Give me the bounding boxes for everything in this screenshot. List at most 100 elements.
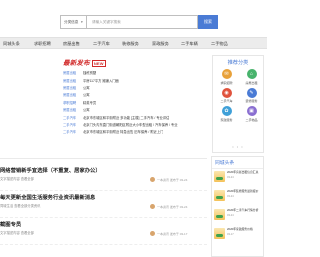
category-label: 房屋出租 — [245, 80, 258, 85]
search-category-select[interactable]: 分类信息 ▼ — [60, 15, 86, 29]
list-item-title[interactable]: 北京门头沟东直门街道朝阳区附近大小车型出租 / 汽车保养 / 专业 — [83, 122, 178, 127]
list-item[interactable]: 房屋出租 公寓 — [63, 84, 207, 91]
list-item[interactable]: 2020年家政服务价格 03-17 — [212, 226, 263, 245]
category-tile[interactable]: ▣ 二手物品 — [241, 106, 262, 122]
category-tile[interactable]: ◉ 二手汽车 — [216, 87, 237, 103]
category-label: 二手汽车 — [220, 99, 233, 103]
category-label: 二手物品 — [245, 117, 258, 122]
nav-item[interactable]: 二手物品 — [211, 41, 228, 47]
list-item[interactable]: 房屋出租 独栋別墅 — [63, 69, 207, 76]
city-headlines: 同城头条 2020年房屋出租信息汇总 03-24 2020年装修服务最新报价 03-… — [211, 156, 264, 257]
nav-item[interactable]: 房屋出售 — [63, 41, 80, 47]
city-item-title[interactable]: 2020年家政服务价格 — [227, 227, 253, 231]
list-item-title[interactable]: 公寓 — [83, 85, 90, 90]
search-placeholder: 请输入关键字搜索 — [92, 19, 121, 24]
category-tile[interactable]: ✎ 装修服务 — [241, 87, 262, 103]
search-button[interactable]: 搜索 — [198, 15, 218, 29]
section-divider — [0, 158, 207, 159]
recommended-grid: ✉ 求职招聘 ⌂ 房屋出租 ◉ 二手汽车 ✎ 装修服务 ✿ 家政服务 ▣ 二手物… — [216, 69, 262, 122]
avatar — [150, 177, 155, 182]
news-meta: 一本资讯 发布于 03-24 — [150, 204, 187, 209]
news-title[interactable]: 每天更新全国生活服务行业资讯最新消息 — [0, 193, 95, 201]
main-nav: 同城头条 求职招聘 房屋出售 二手汽车 装修服务 家政服务 二手车辆 二手物品 — [0, 37, 267, 49]
list-item-category[interactable]: 二手汽车 — [63, 122, 83, 127]
list-item[interactable]: 2020年房屋出租信息汇总 03-24 — [212, 169, 263, 188]
city-item-title[interactable]: 2020年装修服务最新报价 — [227, 189, 258, 193]
list-item[interactable]: 二手汽车 北京门头沟东直门街道朝阳区附近大小车型出租 / 汽车保养 / 专业 — [63, 121, 207, 128]
list-item-title[interactable]: 北京市东城区和平街附近 特急出售 旧车保养 / 附近上门 — [83, 129, 163, 134]
list-item-title[interactable]: 平房117平方 摊铺入门面 — [83, 78, 119, 83]
list-item[interactable]: 二手汽车 北京市东城区和平街附近 特急出售 旧车保养 / 附近上门 — [63, 128, 207, 135]
house-icon: ⌂ — [246, 69, 257, 79]
chevron-down-icon: ▼ — [80, 20, 84, 24]
tools-icon: ✎ — [246, 87, 257, 98]
list-item-title[interactable]: 公寓 — [83, 92, 90, 97]
nav-item[interactable]: 同城头条 — [3, 41, 20, 47]
list-item[interactable]: 房屋出租 公寓 — [63, 91, 207, 98]
list-item-category[interactable]: 房屋出租 — [63, 85, 83, 90]
thumbnail-image[interactable] — [214, 228, 225, 239]
list-item-title[interactable]: 北京市东城区和平街附近 多功能 [主楼] 二手汽车 / 专业评估 — [83, 115, 169, 120]
list-item-title[interactable]: 独栋別墅 — [83, 70, 96, 75]
search-category-label: 分类信息 — [64, 19, 79, 24]
list-item[interactable]: 房屋出租 平房117平方 摊铺入门面 — [63, 76, 207, 83]
news-author: 一本资讯 — [157, 204, 170, 209]
nav-item[interactable]: 二手汽车 — [93, 41, 110, 47]
recommended-title: 推荐分类 — [227, 60, 249, 66]
list-item[interactable]: 2020年装修服务最新报价 03-24 — [212, 188, 263, 207]
clean-icon: ✿ — [221, 106, 232, 116]
car-icon: ◉ — [221, 87, 232, 98]
city-item-date: 03-24 — [227, 175, 234, 179]
city-item-date: 03-17 — [227, 232, 234, 236]
category-tile[interactable]: ✉ 求职招聘 — [216, 69, 237, 85]
nav-item[interactable]: 装修服务 — [122, 41, 139, 47]
list-item-category[interactable]: 房屋出租 — [63, 78, 83, 83]
latest-list: 房屋出租 独栋別墅 房屋出租 平房117平方 摊铺入门面 房屋出租 公寓 房屋出租 公寓… — [63, 69, 207, 136]
category-label: 求职招聘 — [220, 80, 233, 85]
news-title[interactable]: 网络营销新手宜选择（不重复、居家办公） — [0, 166, 101, 174]
list-item[interactable]: 求职招聘 精英专员 — [63, 99, 207, 106]
news-item[interactable]: 每天更新全国生活服务行业资讯最新消息 同城生活 查看全部分类资讯 一本资讯 发布… — [0, 191, 207, 218]
search-input[interactable]: 请输入关键字搜索 — [86, 15, 198, 29]
news-time: 发布于 03-17 — [169, 231, 188, 236]
city-headlines-title: 同城头条 — [212, 157, 263, 169]
news-subtitle: 文字描述内容 查看全部 — [0, 177, 34, 181]
list-item[interactable]: 房屋出租 公寓 — [63, 106, 207, 113]
latest-releases: 最新发布 NEW 房屋出租 独栋別墅 房屋出租 平房117平方 摊铺入门面 房屋出租公… — [63, 57, 207, 151]
list-item[interactable]: 2020年二手汽车行情分析 03-24 — [212, 207, 263, 226]
thumbnail-image[interactable] — [214, 190, 225, 201]
list-item-category[interactable]: 房屋出租 — [63, 70, 83, 75]
category-tile[interactable]: ✿ 家政服务 — [216, 106, 237, 122]
news-time: 发布于 03-24 — [169, 204, 188, 209]
list-item-title[interactable]: 精英专员 — [83, 100, 96, 105]
city-item-title[interactable]: 2020年房屋出租信息汇总 — [227, 170, 258, 174]
thumbnail-image[interactable] — [214, 171, 225, 182]
avatar — [150, 204, 155, 209]
avatar — [150, 231, 155, 236]
news-item[interactable]: 截图专员 文字描述内容 查看全部 一本资讯 发布于 03-17 — [0, 218, 207, 245]
list-item-category[interactable]: 房屋出租 — [63, 107, 83, 112]
list-item-category[interactable]: 二手汽车 — [63, 115, 83, 120]
list-item[interactable]: 二手汽车 北京市东城区和平街附近 多功能 [主楼] 二手汽车 / 专业评估 — [63, 113, 207, 120]
box-icon: ▣ — [246, 106, 257, 116]
news-title[interactable]: 截图专员 — [0, 220, 21, 228]
city-item-date: 03-24 — [227, 194, 234, 198]
category-tile[interactable]: ⌂ 房屋出租 — [241, 69, 262, 85]
list-item-category[interactable]: 求职招聘 — [63, 100, 83, 105]
latest-title-text: 最新发布 — [63, 60, 90, 67]
nav-item[interactable]: 二手车辆 — [181, 41, 198, 47]
list-item-title[interactable]: 公寓 — [83, 107, 90, 112]
city-item-title[interactable]: 2020年二手汽车行情分析 — [227, 208, 258, 212]
news-meta: 一本资讯 发布于 03-17 — [150, 231, 187, 236]
nav-item[interactable]: 求职招聘 — [34, 41, 51, 47]
news-item[interactable]: 网络营销新手宜选择（不重复、居家办公） 文字描述内容 查看全部 一本资讯 发布于… — [0, 164, 207, 191]
news-author: 一本资讯 — [157, 231, 170, 236]
carousel-dots[interactable]: • • • — [213, 144, 263, 149]
news-subtitle: 文字描述内容 查看全部 — [0, 231, 34, 235]
thumbnail-image[interactable] — [214, 209, 225, 220]
nav-item[interactable]: 家政服务 — [152, 41, 169, 47]
news-list: 网络营销新手宜选择（不重复、居家办公） 文字描述内容 查看全部 一本资讯 发布于… — [0, 164, 207, 245]
new-badge: NEW — [91, 60, 106, 67]
list-item-category[interactable]: 二手汽车 — [63, 129, 83, 134]
list-item-category[interactable]: 房屋出租 — [63, 92, 83, 97]
